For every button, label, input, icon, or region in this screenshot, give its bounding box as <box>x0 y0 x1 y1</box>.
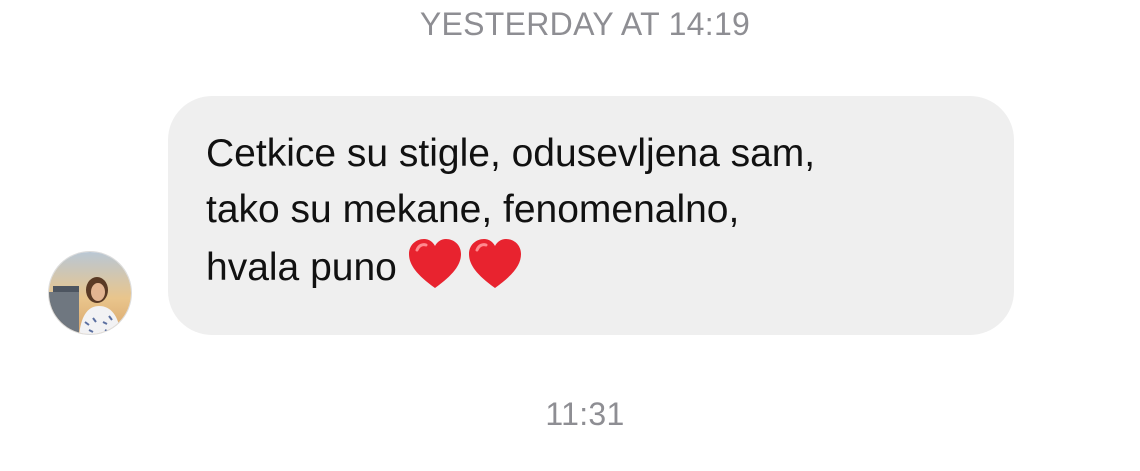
message-line: Cetkice su stigle, odusevljena sam, <box>206 132 816 175</box>
red-heart-icon <box>467 238 523 306</box>
message-line-with-emoji: hvala puno <box>206 238 978 306</box>
message-text: Cetkice su stigle, odusevljena sam, tako… <box>206 126 978 306</box>
sender-avatar[interactable] <box>48 251 132 335</box>
red-heart-icon <box>407 238 463 306</box>
message-line: hvala puno <box>206 246 397 289</box>
message-bubble[interactable]: Cetkice su stigle, odusevljena sam, tako… <box>168 96 1014 335</box>
timestamp-divider-time: 11:31 <box>545 396 625 432</box>
message-line: tako su mekane, fenomenalno, <box>206 188 740 231</box>
avatar-photo-icon <box>49 252 131 334</box>
